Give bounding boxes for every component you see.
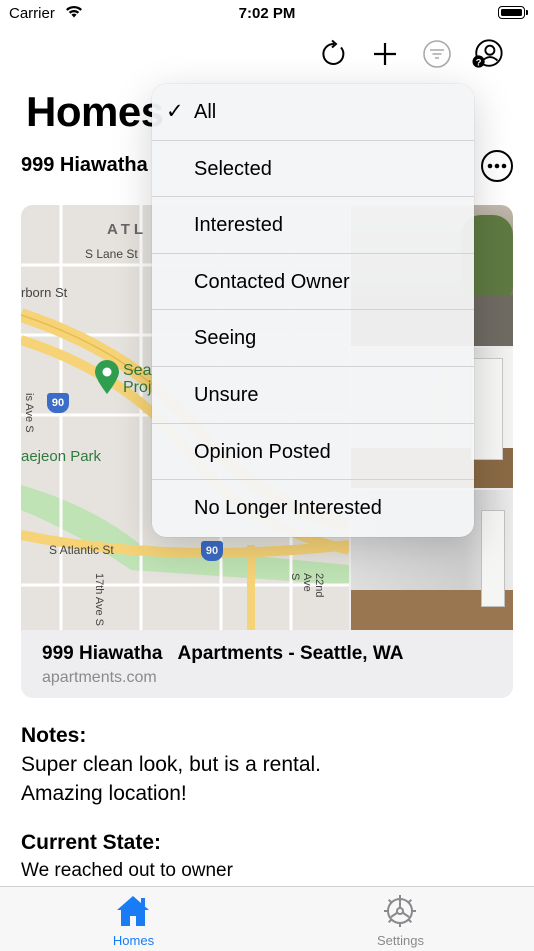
house-icon	[117, 896, 149, 926]
filter-icon[interactable]	[421, 38, 453, 70]
tab-settings[interactable]: Settings	[267, 887, 534, 951]
map-label-street: 22nd Ave S	[289, 573, 325, 598]
highway-shield-icon: 90	[47, 393, 69, 413]
menu-item-no-longer-interested[interactable]: No Longer Interested	[152, 480, 474, 537]
menu-item-selected[interactable]: Selected	[152, 141, 474, 198]
menu-item-all[interactable]: ✓ All	[152, 84, 474, 141]
menu-item-label: Contacted Owner	[194, 270, 350, 293]
gear-icon	[384, 895, 416, 927]
map-pin-icon	[95, 360, 119, 394]
menu-item-contacted-owner[interactable]: Contacted Owner	[152, 254, 474, 311]
current-state-heading: Current State:	[21, 831, 162, 854]
menu-item-label: All	[194, 101, 217, 123]
filter-menu: ✓ All Selected Interested Contacted Owne…	[152, 84, 474, 537]
tab-settings-label: Settings	[377, 933, 424, 948]
account-icon[interactable]: ?	[472, 38, 504, 70]
map-label-street: is Ave S	[23, 393, 35, 433]
map-label-street: rborn St	[21, 285, 68, 300]
map-label-park: aejeon Park	[21, 448, 102, 465]
tab-homes-label: Homes	[112, 933, 155, 948]
more-options-button[interactable]	[480, 149, 514, 183]
map-label-street: S Atlantic St	[49, 543, 114, 557]
svg-text:?: ?	[476, 56, 482, 67]
menu-item-label: Selected	[194, 157, 272, 180]
notes-text: Amazing location!	[21, 782, 187, 805]
menu-item-seeing[interactable]: Seeing	[152, 310, 474, 367]
listing-source[interactable]: apartments.com	[42, 669, 157, 687]
battery-icon	[498, 6, 528, 19]
notes-text: Super clean look, but is a rental.	[21, 753, 322, 776]
map-label-street: 17th Ave S	[93, 573, 105, 627]
map-label-place: Proj	[123, 379, 152, 396]
current-state-value: We reached out to owner	[21, 860, 233, 881]
ellipsis-icon	[481, 150, 513, 182]
menu-item-label: No Longer Interested	[194, 497, 382, 520]
clock: 7:02 PM	[238, 5, 296, 22]
map-label-place: Sea	[123, 362, 152, 379]
refresh-icon[interactable]	[318, 38, 350, 70]
menu-item-label: Interested	[194, 214, 283, 237]
listing-title: 999 Hiawatha Apartments - Seattle, WA	[42, 643, 404, 664]
menu-item-unsure[interactable]: Unsure	[152, 367, 474, 424]
notes-heading: Notes:	[21, 724, 87, 747]
page-subtitle: 999 Hiawatha	[21, 154, 148, 176]
map-label-street: S Lane St	[85, 247, 138, 261]
page-title: Homes	[26, 88, 164, 135]
menu-item-label: Opinion Posted	[194, 440, 331, 463]
menu-item-label: Seeing	[194, 327, 257, 350]
checkmark-icon: ✓	[166, 100, 184, 123]
tab-homes[interactable]: Homes	[0, 887, 267, 951]
tab-bar: Homes Settings	[0, 886, 534, 951]
add-button[interactable]	[369, 38, 401, 70]
map-label-neighborhood: ATL	[107, 221, 148, 238]
highway-shield-icon: 90	[201, 541, 223, 561]
status-bar: Carrier 7:02 PM	[0, 0, 534, 28]
menu-item-label: Unsure	[194, 383, 259, 406]
menu-item-opinion-posted[interactable]: Opinion Posted	[152, 424, 474, 481]
menu-item-interested[interactable]: Interested	[152, 197, 474, 254]
